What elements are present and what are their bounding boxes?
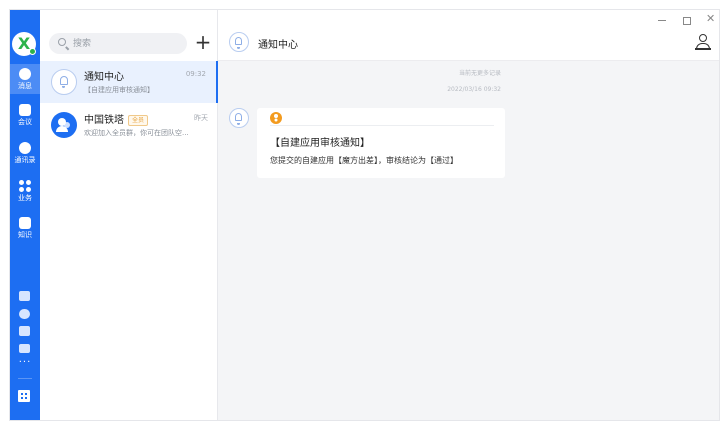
conversation-time: 09:32 xyxy=(185,70,206,78)
chat-avatar xyxy=(229,32,249,52)
conversation-name-wrap: 中国铁塔 全员 xyxy=(84,111,149,126)
all-members-tag: 全员 xyxy=(128,115,149,126)
nav-item-messages[interactable]: 消息 xyxy=(10,64,40,94)
minimize-button[interactable] xyxy=(658,20,666,21)
card-body: 您提交的自建应用【魔方出差】，审核结论为【通过】 xyxy=(270,156,458,165)
conversation-time: 昨天 xyxy=(194,114,208,122)
search-icon xyxy=(58,38,66,46)
card-title: 【自建应用审核通知】 xyxy=(270,138,370,149)
conversation-list-panel: + 通知中心 09:32 【自建应用审核通知】 中国铁塔全员 昨天 欢迎加入全员… xyxy=(40,10,218,420)
conversation-item-china-tower[interactable]: 中国铁塔 全员 昨天 欢迎加入全员群，你可在团队空... xyxy=(40,104,218,146)
message-timestamp: 2022/03/16 09:32 xyxy=(447,86,501,93)
calendar-icon[interactable] xyxy=(19,291,30,301)
avatar xyxy=(51,112,77,138)
chat-title: 通知中心 xyxy=(258,40,298,51)
search-box[interactable] xyxy=(49,33,187,54)
nav-item-label: 业务 xyxy=(18,194,32,202)
nav-item-label: 通讯录 xyxy=(14,156,36,164)
message-icon xyxy=(19,68,31,80)
nav-item-knowledge[interactable]: 知识 xyxy=(10,213,40,243)
avatar xyxy=(51,69,77,95)
apps-grid-icon xyxy=(19,180,31,192)
user-head-shape xyxy=(699,34,707,42)
close-button[interactable]: ✕ xyxy=(706,12,715,26)
shield-icon[interactable] xyxy=(19,326,30,336)
app-badge-icon xyxy=(270,112,282,124)
building-icon[interactable] xyxy=(18,390,30,402)
maximize-button[interactable] xyxy=(683,17,691,25)
conversation-name: 通知中心 xyxy=(84,72,124,83)
group-people-icon xyxy=(56,118,68,132)
conversation-preview: 【自建应用审核通知】 xyxy=(84,86,154,94)
left-nav-bar: X 消息 会议 通讯录 业务 知识 ··· xyxy=(10,10,40,420)
add-button[interactable]: + xyxy=(193,32,213,53)
app-logo[interactable]: X xyxy=(12,32,36,56)
book-icon xyxy=(19,217,31,229)
card-divider xyxy=(270,125,494,126)
screen-icon[interactable] xyxy=(19,344,30,353)
search-input[interactable] xyxy=(73,36,181,51)
conversation-name: 中国铁塔 xyxy=(84,115,124,126)
nav-divider xyxy=(18,378,32,379)
no-more-records-note: 当前无更多记录 xyxy=(458,70,501,77)
conversation-preview: 欢迎加入全员群，你可在团队空... xyxy=(84,129,189,137)
user-body-shape xyxy=(695,43,711,50)
sender-avatar xyxy=(229,108,249,128)
chat-header: 通知中心 ✕ xyxy=(218,10,719,61)
nav-item-label: 消息 xyxy=(18,82,32,90)
bell-icon xyxy=(235,37,242,49)
chat-panel: 通知中心 ✕ 当前无更多记录 2022/03/16 09:32 【自建应用审核通… xyxy=(218,10,719,420)
online-status-dot xyxy=(29,48,36,55)
bell-icon xyxy=(235,113,242,125)
nav-item-contacts[interactable]: 通讯录 xyxy=(10,138,40,168)
notification-card[interactable]: 【自建应用审核通知】 您提交的自建应用【魔方出差】，审核结论为【通过】 xyxy=(257,108,505,178)
live-video-icon[interactable] xyxy=(19,309,30,319)
nav-item-label: 知识 xyxy=(18,231,32,239)
contacts-icon xyxy=(19,142,31,154)
user-profile-icon[interactable] xyxy=(695,34,711,50)
nav-item-business[interactable]: 业务 xyxy=(10,176,40,206)
app-window: X 消息 会议 通讯录 业务 知识 ··· 搜索 + 通知中心 09:32 【自… xyxy=(9,9,720,421)
video-camera-icon xyxy=(19,104,31,116)
bell-icon xyxy=(60,76,68,88)
more-icon[interactable]: ··· xyxy=(10,358,40,368)
nav-item-meetings[interactable]: 会议 xyxy=(10,100,40,130)
nav-item-label: 会议 xyxy=(18,118,32,126)
conversation-item-notification-center[interactable]: 通知中心 09:32 【自建应用审核通知】 xyxy=(40,61,218,103)
